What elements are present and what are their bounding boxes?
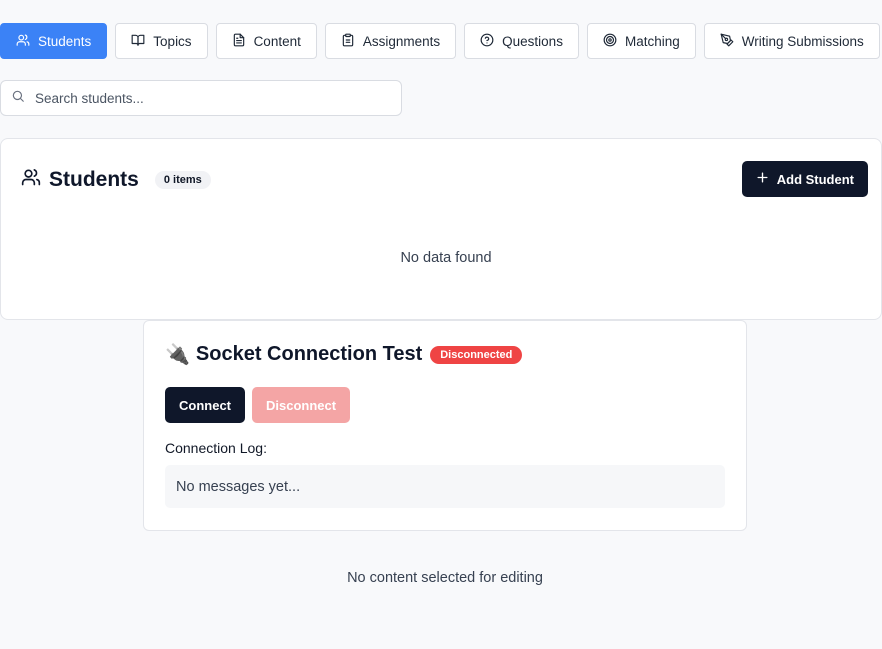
- socket-test-card: 🔌 Socket Connection Test Disconnected Co…: [143, 320, 747, 531]
- tab-label: Matching: [624, 33, 680, 49]
- connection-buttons: Connect Disconnect: [165, 387, 351, 423]
- page-title: Students: [49, 167, 139, 191]
- empty-state-message: No data found: [400, 250, 492, 266]
- connection-log: No messages yet...: [165, 465, 725, 508]
- editor-empty-message: No content selected for editing: [347, 570, 543, 586]
- users-icon: [16, 33, 30, 50]
- search-icon: [11, 89, 25, 108]
- log-empty-message: No messages yet...: [176, 478, 301, 495]
- pen-tool-icon: [720, 33, 734, 50]
- tab-label: Writing Submissions: [741, 33, 864, 49]
- tab-label: Topics: [153, 33, 192, 49]
- search-input[interactable]: [35, 90, 375, 106]
- tab-topics[interactable]: Topics: [115, 23, 208, 59]
- tab-label: Questions: [502, 33, 563, 49]
- main-tabs: Students Topics Content Assignments Ques…: [0, 23, 880, 59]
- users-icon: [21, 167, 41, 192]
- item-count-badge: 0 items: [154, 170, 211, 189]
- add-student-button[interactable]: Add Student: [741, 161, 868, 197]
- disconnect-button[interactable]: Disconnect: [252, 387, 351, 423]
- target-icon: [603, 33, 617, 50]
- panel-header: Students 0 items: [21, 167, 211, 192]
- tab-writing-submissions[interactable]: Writing Submissions: [703, 23, 880, 59]
- socket-test-header: 🔌 Socket Connection Test Disconnected: [165, 343, 523, 366]
- file-text-icon: [232, 33, 246, 50]
- connect-button[interactable]: Connect: [165, 387, 245, 423]
- connection-log-label: Connection Log:: [165, 440, 267, 456]
- tab-label: Content: [253, 33, 301, 49]
- help-circle-icon: [480, 33, 494, 50]
- tab-label: Students: [38, 33, 92, 49]
- clipboard-icon: [341, 33, 355, 50]
- status-badge: Disconnected: [430, 345, 523, 364]
- tab-assignments[interactable]: Assignments: [324, 23, 457, 59]
- book-open-icon: [131, 33, 145, 50]
- tab-students[interactable]: Students: [0, 23, 108, 59]
- students-panel: Students 0 items Add Student No data fou…: [0, 138, 882, 320]
- socket-test-title: Socket Connection Test: [195, 343, 423, 365]
- plug-icon: 🔌: [165, 343, 190, 366]
- add-student-label: Add Student: [776, 171, 854, 187]
- tab-matching[interactable]: Matching: [586, 23, 696, 59]
- plus-icon: [756, 171, 769, 187]
- tab-content[interactable]: Content: [215, 23, 317, 59]
- search-bar: [0, 80, 402, 116]
- tab-questions[interactable]: Questions: [464, 23, 579, 59]
- tab-label: Assignments: [362, 33, 441, 49]
